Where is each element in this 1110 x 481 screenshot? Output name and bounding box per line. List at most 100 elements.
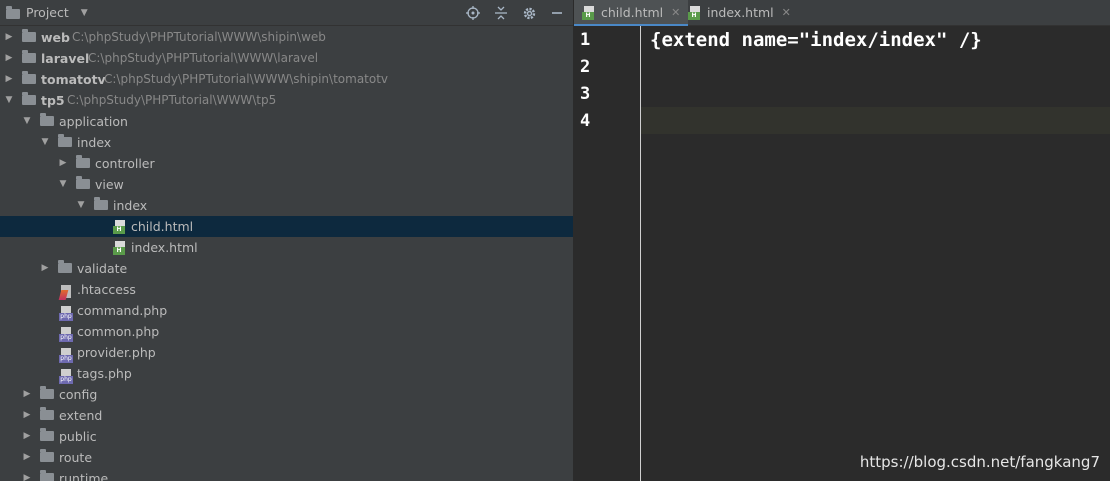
- tree-node-public[interactable]: ▶ public: [0, 426, 573, 447]
- tree-node-provider-php[interactable]: php provider.php: [0, 342, 573, 363]
- folder-icon: [22, 50, 36, 63]
- tree-node-controller[interactable]: ▶ controller: [0, 153, 573, 174]
- expand-arrow-icon[interactable]: ▶: [22, 405, 32, 426]
- expand-arrow-icon[interactable]: ▶: [22, 426, 32, 447]
- project-tree: ▶ web C:\phpStudy\PHPTutorial\WWW\shipin…: [0, 27, 573, 481]
- collapse-arrow-icon[interactable]: ▼: [40, 132, 50, 153]
- folder-icon: [40, 449, 54, 462]
- html-file-icon: H: [688, 6, 701, 20]
- tab-child-html[interactable]: H child.html ✕: [574, 0, 689, 26]
- folder-icon: [22, 29, 36, 42]
- tree-node-htaccess[interactable]: .htaccess: [0, 279, 573, 300]
- htaccess-file-icon: [58, 285, 73, 300]
- tree-node-label: provider.php: [77, 345, 156, 360]
- project-panel: Project ▼ ▶ web C:\phpStudy\PHPTutorial\…: [0, 0, 573, 481]
- tree-node-label: tp5: [41, 93, 65, 108]
- expand-arrow-icon[interactable]: ▶: [4, 69, 14, 90]
- tree-node-validate[interactable]: ▶ validate: [0, 258, 573, 279]
- tree-node-path: C:\phpStudy\PHPTutorial\WWW\tp5: [67, 93, 277, 107]
- tree-node-tomatotv[interactable]: ▶ tomatotv C:\phpStudy\PHPTutorial\WWW\s…: [0, 69, 573, 90]
- collapse-arrow-icon[interactable]: ▼: [22, 111, 32, 132]
- locate-file-button[interactable]: [465, 5, 481, 21]
- php-file-icon: php: [59, 327, 73, 342]
- tree-node-laravel[interactable]: ▶ laravel C:\phpStudy\PHPTutorial\WWW\la…: [0, 48, 573, 69]
- editor-pane: H child.html ✕ H index.html ✕ 1 2 3 4 {e…: [574, 0, 1110, 481]
- tree-node-command-php[interactable]: php command.php: [0, 300, 573, 321]
- watermark: https://blog.csdn.net/fangkang7: [859, 453, 1100, 471]
- hide-panel-button[interactable]: [549, 5, 565, 21]
- tree-node-label: validate: [77, 261, 128, 276]
- tree-node-index[interactable]: ▼ index: [0, 132, 573, 153]
- tree-node-config[interactable]: ▶ config: [0, 384, 573, 405]
- settings-button[interactable]: [521, 5, 537, 21]
- folder-icon: [22, 92, 36, 105]
- tree-node-child-html[interactable]: H child.html: [0, 216, 573, 237]
- code-editor[interactable]: {extend name="index/index" /}: [641, 26, 1110, 481]
- tree-node-web[interactable]: ▶ web C:\phpStudy\PHPTutorial\WWW\shipin…: [0, 27, 573, 48]
- tree-node-label: public: [59, 429, 97, 444]
- tab-label: child.html: [601, 4, 664, 20]
- php-file-icon: php: [59, 306, 73, 321]
- tree-node-index-html[interactable]: H index.html: [0, 237, 573, 258]
- line-number: 3: [580, 84, 591, 104]
- line-number: 1: [580, 30, 591, 50]
- tree-node-label: index: [77, 135, 112, 150]
- project-view-selector[interactable]: Project ▼: [6, 0, 88, 26]
- tree-node-label: .htaccess: [77, 282, 136, 297]
- folder-icon: [58, 134, 72, 147]
- expand-arrow-icon[interactable]: ▶: [22, 468, 32, 481]
- expand-arrow-icon[interactable]: ▶: [22, 384, 32, 405]
- collapse-arrow-icon[interactable]: ▼: [76, 195, 86, 216]
- project-folder-icon: [6, 6, 20, 19]
- folder-icon: [40, 113, 54, 126]
- tree-node-view-index[interactable]: ▼ index: [0, 195, 573, 216]
- tree-node-common-php[interactable]: php common.php: [0, 321, 573, 342]
- tree-node-label: controller: [95, 156, 155, 171]
- line-number: 4: [580, 111, 591, 131]
- tree-node-extend[interactable]: ▶ extend: [0, 405, 573, 426]
- expand-arrow-icon[interactable]: ▶: [22, 447, 32, 468]
- collapse-arrow-icon[interactable]: ▼: [58, 174, 68, 195]
- tree-node-label: command.php: [77, 303, 168, 318]
- chevron-down-icon: ▼: [80, 8, 88, 18]
- tree-node-label: runtime: [59, 471, 109, 481]
- php-file-icon: php: [59, 348, 73, 363]
- folder-icon: [94, 197, 108, 210]
- expand-arrow-icon[interactable]: ▶: [4, 27, 14, 48]
- tree-node-label: web: [41, 30, 70, 45]
- folder-icon: [76, 176, 90, 189]
- close-icon[interactable]: ✕: [671, 0, 680, 25]
- tree-node-runtime[interactable]: ▶ runtime: [0, 468, 573, 481]
- folder-icon: [40, 428, 54, 441]
- html-file-icon: H: [582, 5, 595, 20]
- tree-node-label: application: [59, 114, 128, 129]
- expand-arrow-icon[interactable]: ▶: [58, 153, 68, 174]
- collapse-all-button[interactable]: [493, 5, 509, 21]
- line-number-gutter: 1 2 3 4: [574, 26, 641, 481]
- tree-node-label: tomatotv: [41, 72, 106, 87]
- tree-node-label: index: [113, 198, 148, 213]
- tree-node-tp5[interactable]: ▼ tp5 C:\phpStudy\PHPTutorial\WWW\tp5: [0, 90, 573, 111]
- expand-arrow-icon[interactable]: ▶: [40, 258, 50, 279]
- tree-node-application[interactable]: ▼ application: [0, 111, 573, 132]
- tree-node-path: C:\phpStudy\PHPTutorial\WWW\laravel: [88, 51, 319, 65]
- close-icon[interactable]: ✕: [782, 0, 791, 25]
- html-file-icon: H: [113, 220, 126, 234]
- expand-arrow-icon[interactable]: ▶: [4, 48, 14, 69]
- tree-node-label: extend: [59, 408, 103, 423]
- tree-node-path: C:\phpStudy\PHPTutorial\WWW\shipin\tomat…: [104, 72, 389, 86]
- tree-node-label: laravel: [41, 51, 90, 66]
- tree-node-route[interactable]: ▶ route: [0, 447, 573, 468]
- folder-icon: [58, 260, 72, 273]
- tree-node-view[interactable]: ▼ view: [0, 174, 573, 195]
- tab-index-html[interactable]: H index.html ✕: [680, 0, 799, 25]
- tree-node-tags-php[interactable]: php tags.php: [0, 363, 573, 384]
- panel-toolbar: [465, 0, 565, 26]
- collapse-arrow-icon[interactable]: ▼: [4, 90, 14, 111]
- crosshair-icon: [466, 6, 480, 20]
- gear-icon: [523, 7, 535, 19]
- editor-tabbar: H child.html ✕ H index.html ✕: [574, 0, 1110, 26]
- tree-node-label: child.html: [131, 219, 194, 234]
- folder-icon: [40, 407, 54, 420]
- code-line[interactable]: {extend name="index/index" /}: [650, 27, 982, 54]
